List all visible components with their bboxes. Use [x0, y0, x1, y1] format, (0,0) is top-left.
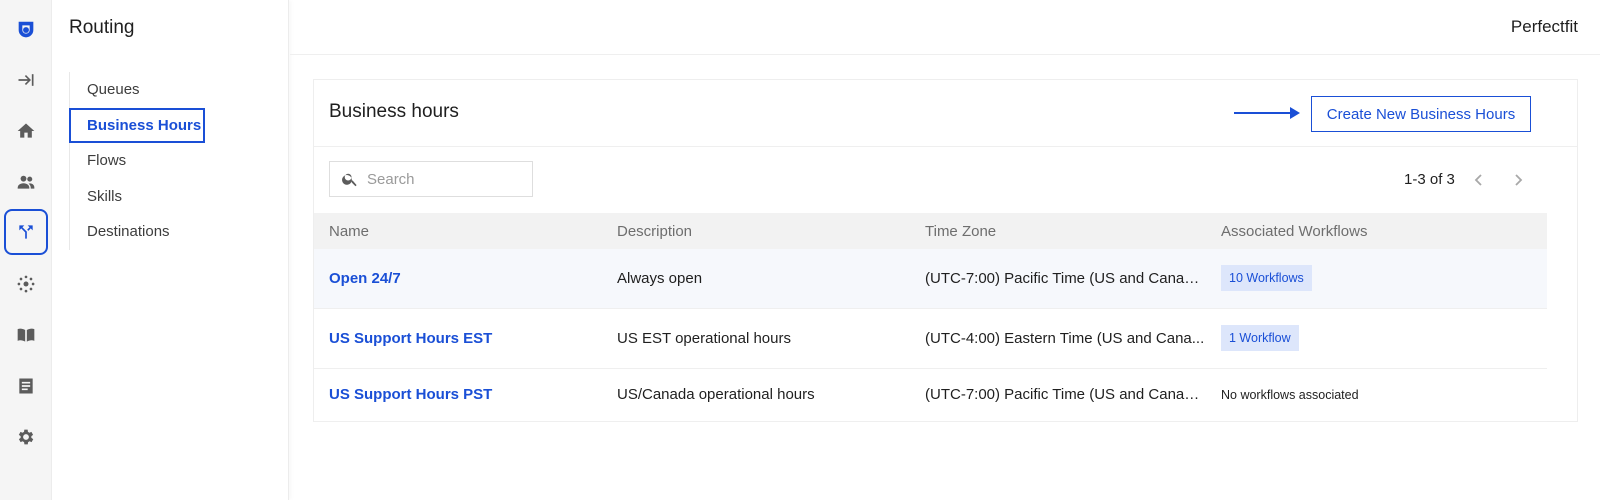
search-icon — [342, 173, 357, 187]
pagination-range: 1-3 of 3 — [1404, 171, 1455, 188]
routing-icon[interactable] — [4, 209, 48, 255]
reports-icon[interactable] — [10, 370, 42, 402]
description-cell: US/Canada operational hours — [602, 368, 910, 422]
table-row[interactable]: US Support Hours PST US/Canada operation… — [314, 368, 1547, 422]
column-header-associated-workflows[interactable]: Associated Workflows — [1206, 213, 1547, 249]
time-zone-text: (UTC-7:00) Pacific Time (US and Canad... — [925, 386, 1205, 404]
time-zone-cell: (UTC-7:00) Pacific Time (US and Canad... — [910, 249, 1206, 309]
workflows-cell: 10 Workflows — [1206, 249, 1547, 309]
settings-icon[interactable] — [10, 421, 42, 453]
expand-sidebar-icon[interactable] — [10, 64, 42, 96]
name-cell: Open 24/7 — [314, 249, 602, 309]
top-header: Perfectfit — [290, 0, 1600, 55]
search-input[interactable] — [367, 170, 517, 188]
routing-sidebar: Routing Queues Business Hours Flows Skil… — [52, 0, 289, 500]
arrow-right-icon — [1234, 107, 1300, 119]
icon-rail — [0, 0, 52, 500]
chevron-right-icon — [1515, 174, 1523, 186]
sidebar-item-skills[interactable]: Skills — [70, 179, 259, 215]
column-header-description[interactable]: Description — [602, 213, 910, 249]
description-cell: Always open — [602, 249, 910, 309]
integrations-icon[interactable] — [10, 268, 42, 300]
table-row[interactable]: Open 24/7 Always open (UTC-7:00) Pacific… — [314, 249, 1547, 309]
sidebar-item-business-hours[interactable]: Business Hours — [69, 107, 205, 143]
logo-icon[interactable] — [10, 14, 42, 46]
business-hours-name-link[interactable]: US Support Hours EST — [329, 330, 492, 347]
name-cell: US Support Hours PST — [314, 368, 602, 422]
table-row[interactable]: US Support Hours EST US EST operational … — [314, 308, 1547, 369]
column-header-time-zone[interactable]: Time Zone — [910, 213, 1206, 249]
sidebar-item-queues[interactable]: Queues — [70, 72, 259, 108]
chevron-left-icon — [1474, 174, 1482, 186]
time-zone-text: (UTC-4:00) Eastern Time (US and Cana... — [925, 329, 1205, 347]
table-toolbar: 1-3 of 3 — [314, 147, 1577, 213]
business-hours-card: Business hours Create New Business Hours… — [313, 79, 1578, 422]
next-page-button[interactable] — [1507, 169, 1529, 191]
workflows-cell: No workflows associated — [1206, 368, 1547, 422]
page-title: Business hours — [329, 101, 459, 122]
time-zone-cell: (UTC-4:00) Eastern Time (US and Cana... — [910, 308, 1206, 369]
column-header-name[interactable]: Name — [314, 213, 602, 249]
search-box[interactable] — [329, 161, 533, 197]
name-cell: US Support Hours EST — [314, 308, 602, 369]
workflows-badge[interactable]: 10 Workflows — [1221, 265, 1312, 292]
knowledge-book-icon[interactable] — [10, 319, 42, 351]
no-workflows-text: No workflows associated — [1221, 388, 1359, 402]
sidebar-title: Routing — [69, 17, 135, 38]
previous-page-button[interactable] — [1468, 169, 1490, 191]
table-header-row: Name Description Time Zone Associated Wo… — [314, 213, 1547, 249]
home-icon[interactable] — [10, 115, 42, 147]
workflows-badge[interactable]: 1 Workflow — [1221, 325, 1299, 351]
users-icon[interactable] — [10, 166, 42, 198]
card-header: Business hours Create New Business Hours — [314, 80, 1577, 147]
time-zone-text: (UTC-7:00) Pacific Time (US and Canad... — [925, 270, 1205, 288]
organization-name[interactable]: Perfectfit — [1511, 17, 1578, 37]
business-hours-name-link[interactable]: US Support Hours PST — [329, 386, 492, 403]
time-zone-cell: (UTC-7:00) Pacific Time (US and Canad... — [910, 368, 1206, 422]
sidebar-item-flows[interactable]: Flows — [70, 143, 259, 179]
description-cell: US EST operational hours — [602, 308, 910, 369]
sidebar-nav: Queues Business Hours Flows Skills Desti… — [69, 72, 259, 250]
business-hours-name-link[interactable]: Open 24/7 — [329, 270, 401, 287]
sidebar-item-destinations[interactable]: Destinations — [70, 214, 259, 250]
create-business-hours-button[interactable]: Create New Business Hours — [1311, 96, 1531, 132]
workflows-cell: 1 Workflow — [1206, 308, 1547, 369]
business-hours-table: Name Description Time Zone Associated Wo… — [314, 213, 1547, 422]
